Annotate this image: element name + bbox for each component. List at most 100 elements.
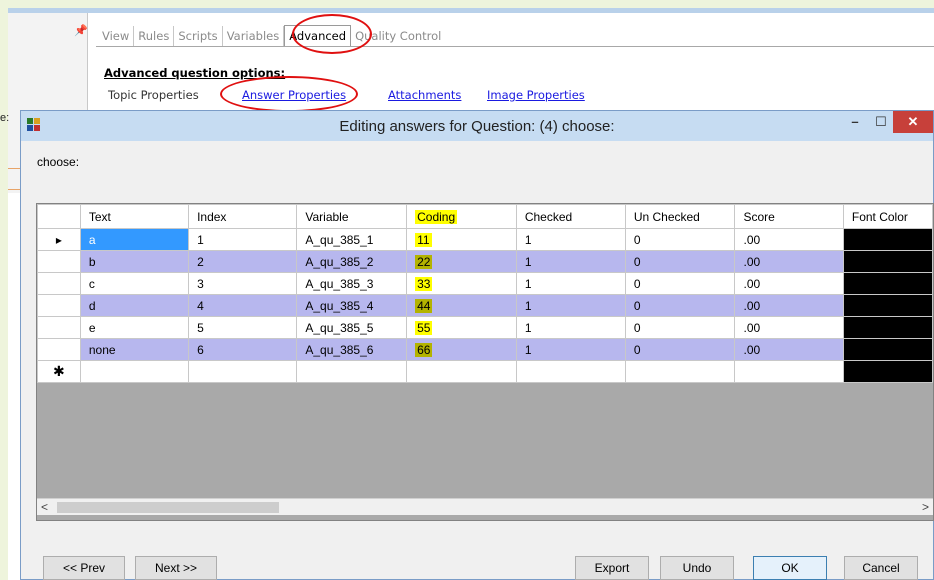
scroll-thumb[interactable] [57, 502, 279, 513]
cell-score[interactable]: .00 [734, 272, 844, 295]
minimize-button[interactable]: – [843, 111, 867, 133]
cell-checked[interactable]: 1 [515, 316, 626, 339]
tab-scripts[interactable]: Scripts [174, 26, 223, 46]
cell-variable[interactable]: A_qu_385_2 [296, 250, 408, 273]
cell-unchecked[interactable]: 0 [624, 272, 736, 295]
cell-unchecked[interactable]: 0 [624, 228, 736, 251]
row-header[interactable] [37, 294, 81, 317]
new-row[interactable]: ✱ [37, 360, 933, 383]
cell-checked[interactable] [515, 360, 626, 383]
cell-checked[interactable]: 1 [515, 272, 626, 295]
answer-properties-link[interactable]: Answer Properties [242, 88, 346, 102]
cell-font-color[interactable] [842, 316, 933, 339]
ok-button[interactable]: OK [753, 556, 827, 580]
cell-score[interactable]: .00 [734, 228, 844, 251]
tab-quality-control[interactable]: Quality Control [351, 26, 445, 46]
answers-grid[interactable]: Text Index Variable Coding Checked Un Ch… [36, 203, 934, 521]
table-row[interactable]: e 5 A_qu_385_5 55 1 0 .00 [37, 316, 933, 339]
current-row-indicator[interactable]: ▸ [37, 228, 81, 251]
table-row[interactable]: b 2 A_qu_385_2 22 1 0 .00 [37, 250, 933, 273]
cell-index[interactable]: 6 [188, 338, 298, 361]
cell-unchecked[interactable]: 0 [624, 294, 736, 317]
cell-text[interactable]: e [79, 316, 190, 339]
cell-score[interactable]: .00 [734, 338, 844, 361]
column-header-checked[interactable]: Checked [515, 204, 626, 229]
column-header-variable[interactable]: Variable [296, 204, 408, 229]
cell-text[interactable]: c [79, 272, 190, 295]
cell-font-color[interactable] [842, 360, 933, 383]
cell-index[interactable] [188, 360, 298, 383]
cell-coding[interactable]: 55 [406, 316, 517, 339]
cell-variable[interactable]: A_qu_385_6 [296, 338, 408, 361]
column-header-font-color[interactable]: Font Color [842, 204, 933, 229]
undo-button[interactable]: Undo [660, 556, 734, 580]
cell-coding[interactable]: 66 [406, 338, 517, 361]
row-header[interactable] [37, 272, 81, 295]
cell-score[interactable]: .00 [734, 250, 844, 273]
tab-view[interactable]: View [98, 26, 135, 46]
prev-button[interactable]: << Prev [43, 556, 125, 580]
horizontal-scrollbar[interactable]: < > [37, 498, 933, 515]
cell-index[interactable]: 3 [188, 272, 298, 295]
close-button[interactable]: ✕ [893, 111, 933, 133]
dialog-title-bar[interactable]: Editing answers for Question: (4) choose… [21, 111, 933, 141]
cell-variable[interactable] [296, 360, 408, 383]
cell-coding[interactable] [406, 360, 517, 383]
cell-index[interactable]: 5 [188, 316, 298, 339]
cell-font-color[interactable] [842, 228, 933, 251]
cell-checked[interactable]: 1 [515, 250, 626, 273]
next-button[interactable]: Next >> [135, 556, 217, 580]
column-header-text[interactable]: Text [79, 204, 190, 229]
cell-index[interactable]: 2 [188, 250, 298, 273]
column-header-score[interactable]: Score [734, 204, 844, 229]
cell-font-color[interactable] [842, 250, 933, 273]
cell-checked[interactable]: 1 [515, 228, 626, 251]
cell-unchecked[interactable] [624, 360, 736, 383]
cell-coding[interactable]: 44 [406, 294, 517, 317]
column-header-coding[interactable]: Coding [406, 204, 517, 229]
cell-score[interactable] [734, 360, 844, 383]
column-header-unchecked[interactable]: Un Checked [624, 204, 736, 229]
cell-coding[interactable]: 11 [406, 228, 517, 251]
maximize-button[interactable]: ☐ [869, 111, 893, 133]
cell-variable[interactable]: A_qu_385_3 [296, 272, 408, 295]
cell-unchecked[interactable]: 0 [624, 316, 736, 339]
cell-index[interactable]: 4 [188, 294, 298, 317]
row-header[interactable] [37, 338, 81, 361]
scroll-left-icon[interactable]: < [41, 500, 48, 514]
cell-text[interactable]: b [79, 250, 190, 273]
table-row[interactable]: none 6 A_qu_385_6 66 1 0 .00 [37, 338, 933, 361]
new-row-indicator[interactable]: ✱ [37, 360, 81, 383]
cell-score[interactable]: .00 [734, 294, 844, 317]
table-row[interactable]: ▸ a 1 A_qu_385_1 11 1 0 .00 [37, 228, 933, 251]
cell-checked[interactable]: 1 [515, 294, 626, 317]
cell-coding[interactable]: 22 [406, 250, 517, 273]
cell-text[interactable] [79, 360, 190, 383]
tab-rules[interactable]: Rules [134, 26, 175, 46]
export-button[interactable]: Export [575, 556, 649, 580]
cell-variable[interactable]: A_qu_385_1 [296, 228, 408, 251]
scroll-right-icon[interactable]: > [922, 500, 929, 514]
cancel-button[interactable]: Cancel [844, 556, 918, 580]
tab-variables[interactable]: Variables [223, 26, 285, 46]
cell-font-color[interactable] [842, 294, 933, 317]
cell-unchecked[interactable]: 0 [624, 338, 736, 361]
attachments-link[interactable]: Attachments [388, 88, 461, 102]
cell-index[interactable]: 1 [188, 228, 298, 251]
tab-advanced[interactable]: Advanced [284, 25, 352, 46]
pin-icon[interactable]: 📌 [74, 24, 88, 37]
cell-variable[interactable]: A_qu_385_5 [296, 316, 408, 339]
cell-text[interactable]: d [79, 294, 190, 317]
table-row[interactable]: c 3 A_qu_385_3 33 1 0 .00 [37, 272, 933, 295]
cell-font-color[interactable] [842, 272, 933, 295]
row-header[interactable] [37, 250, 81, 273]
cell-text[interactable]: none [79, 338, 190, 361]
cell-checked[interactable]: 1 [515, 338, 626, 361]
cell-unchecked[interactable]: 0 [624, 250, 736, 273]
column-header-index[interactable]: Index [188, 204, 298, 229]
cell-text[interactable]: a [79, 228, 190, 251]
table-row[interactable]: d 4 A_qu_385_4 44 1 0 .00 [37, 294, 933, 317]
cell-variable[interactable]: A_qu_385_4 [296, 294, 408, 317]
image-properties-link[interactable]: Image Properties [487, 88, 585, 102]
cell-coding[interactable]: 33 [406, 272, 517, 295]
